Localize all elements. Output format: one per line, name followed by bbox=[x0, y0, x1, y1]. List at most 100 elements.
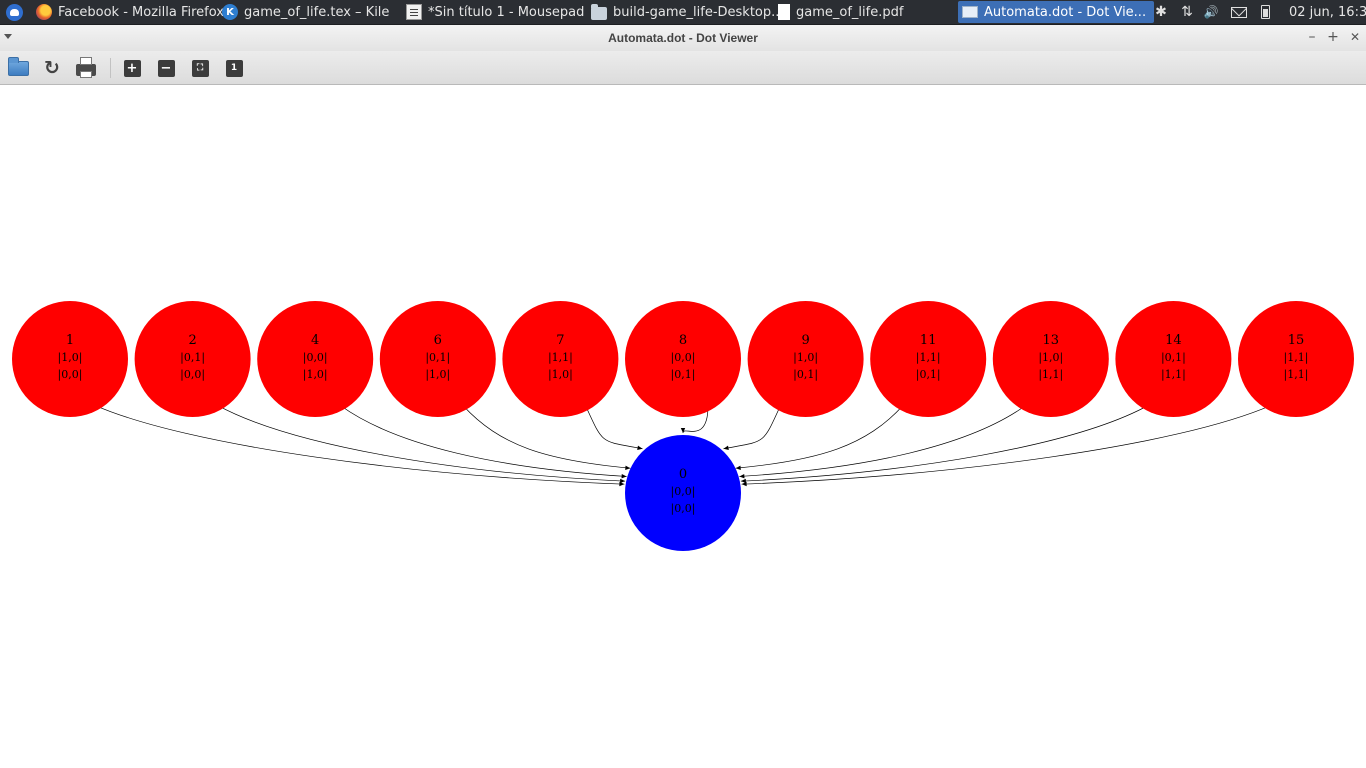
zoom-in-button[interactable]: + bbox=[120, 56, 144, 80]
printer-icon bbox=[76, 57, 96, 78]
toolbar: ↻ + − ⛶ 1 bbox=[0, 51, 1366, 85]
edge-7-to-0 bbox=[585, 405, 643, 450]
minimize-button[interactable]: – bbox=[1303, 28, 1321, 46]
edge-arrowhead bbox=[739, 473, 745, 479]
edge-arrowhead bbox=[735, 465, 741, 470]
node-id-label: 4 bbox=[311, 333, 319, 348]
task-firefox[interactable]: Facebook - Mozilla Firefox bbox=[36, 0, 224, 24]
node-row1-label: |0,1| bbox=[1161, 351, 1186, 365]
network-icon[interactable]: ⇅ bbox=[1178, 0, 1196, 24]
bluetooth-icon[interactable]: ✱ bbox=[1153, 0, 1169, 24]
zoom-fit-icon: ⛶ bbox=[191, 59, 209, 77]
node-row1-label: |1,0| bbox=[1038, 351, 1063, 365]
task-label: *Sin título 1 - Mousepad bbox=[428, 4, 585, 20]
print-button[interactable] bbox=[74, 56, 98, 80]
edge-arrowhead bbox=[680, 428, 686, 433]
edge-9-to-0 bbox=[723, 405, 781, 450]
node-row1-label: |1,1| bbox=[1284, 351, 1309, 365]
node-id-label: 14 bbox=[1165, 333, 1182, 348]
clock[interactable]: 02 jun, 16:32 bbox=[1289, 0, 1366, 24]
task-file-manager[interactable]: build-game_life-Desktop... bbox=[591, 0, 784, 24]
mail-icon-wrap[interactable] bbox=[1230, 0, 1248, 24]
node-row1-label: |1,1| bbox=[916, 351, 941, 365]
nodes-layer: 1 |1,0| |0,0| 2 |0,1| |0,0| 4 |0,0| |1,0| 6 |0,1| |… bbox=[12, 301, 1354, 551]
task-kile[interactable]: K game_of_life.tex – Kile bbox=[222, 0, 389, 24]
window-titlebar[interactable]: Automata.dot - Dot Viewer – + ✕ bbox=[0, 25, 1366, 51]
node-id-label: 15 bbox=[1288, 333, 1305, 348]
close-button[interactable]: ✕ bbox=[1346, 28, 1364, 46]
battery-icon bbox=[1260, 5, 1270, 19]
folder-icon bbox=[591, 3, 607, 20]
task-pdf[interactable]: game_of_life.pdf bbox=[778, 0, 903, 24]
node-row2-label: |1,0| bbox=[548, 368, 573, 382]
reload-icon: ↻ bbox=[44, 57, 60, 79]
source-node-6: 6 |0,1| |1,0| bbox=[379, 301, 496, 417]
window-icon bbox=[962, 6, 978, 18]
pdf-icon bbox=[778, 4, 790, 20]
node-row1-label: |1,0| bbox=[793, 351, 818, 365]
source-node-11: 11 |1,1| |0,1| bbox=[870, 301, 987, 417]
volume-icon[interactable]: 🔊 bbox=[1202, 0, 1220, 24]
node-id-label: 13 bbox=[1043, 333, 1060, 348]
battery-icon-wrap[interactable] bbox=[1259, 0, 1271, 24]
edge-1-to-0 bbox=[94, 405, 625, 485]
node-row1-label: |0,1| bbox=[180, 351, 205, 365]
open-folder-icon bbox=[7, 56, 29, 76]
source-node-8: 8 |0,0| |0,1| bbox=[625, 301, 741, 417]
taskbar: Facebook - Mozilla Firefox K game_of_lif… bbox=[0, 0, 1366, 25]
edge-15-to-0 bbox=[741, 405, 1272, 485]
window-title: Automata.dot - Dot Viewer bbox=[608, 31, 758, 45]
zoom-in-icon: + bbox=[123, 59, 141, 77]
task-label: Automata.dot - Dot Vie... bbox=[984, 4, 1147, 20]
toolbar-separator bbox=[110, 58, 111, 78]
source-node-13: 13 |1,0| |1,1| bbox=[992, 301, 1109, 417]
maximize-button[interactable]: + bbox=[1324, 28, 1342, 46]
open-folder-button[interactable] bbox=[6, 56, 30, 80]
task-mousepad[interactable]: *Sin título 1 - Mousepad bbox=[406, 0, 584, 24]
kile-icon: K bbox=[222, 4, 238, 20]
node-row2-label: |1,1| bbox=[1161, 368, 1186, 382]
node-id-label: 1 bbox=[66, 333, 74, 348]
applications-menu-button[interactable] bbox=[2, 0, 26, 24]
task-label: build-game_life-Desktop... bbox=[613, 4, 784, 20]
firefox-icon bbox=[36, 4, 52, 20]
node-row2-label: |1,1| bbox=[1284, 368, 1309, 382]
zoom-out-button[interactable]: − bbox=[154, 56, 178, 80]
edge-arrowhead bbox=[621, 473, 627, 479]
graph-canvas[interactable]: 1 |1,0| |0,0| 2 |0,1| |0,0| 4 |0,0| |1,0| 6 |0,1| |… bbox=[0, 85, 1366, 768]
source-node-2: 2 |0,1| |0,0| bbox=[134, 301, 251, 417]
source-node-4: 4 |0,0| |1,0| bbox=[257, 301, 374, 417]
task-dot-viewer[interactable]: Automata.dot - Dot Vie... bbox=[958, 1, 1155, 23]
node-row2-label: |0,1| bbox=[916, 368, 941, 382]
edge-arrowhead bbox=[723, 445, 729, 450]
node-row2-label: |0,1| bbox=[671, 368, 696, 382]
source-node-7: 7 |1,1| |1,0| bbox=[502, 301, 619, 417]
mousepad-icon bbox=[406, 4, 422, 20]
node-row2-label: |1,1| bbox=[1038, 368, 1063, 382]
node-row1-label: |0,1| bbox=[425, 351, 450, 365]
mail-icon bbox=[1231, 6, 1247, 18]
node-id-label: 6 bbox=[434, 333, 442, 348]
source-node-15: 15 |1,1| |1,1| bbox=[1238, 301, 1354, 417]
xfce-mouse-icon bbox=[5, 3, 23, 21]
node-id-label: 0 bbox=[679, 467, 687, 482]
zoom-100-button[interactable]: 1 bbox=[222, 56, 246, 80]
node-id-label: 9 bbox=[801, 333, 809, 348]
edge-arrowhead bbox=[637, 445, 643, 450]
dot-graph: 1 |1,0| |0,0| 2 |0,1| |0,0| 4 |0,0| |1,0| 6 |0,1| |… bbox=[12, 301, 1354, 551]
zoom-out-icon: − bbox=[157, 59, 175, 77]
edge-arrowhead bbox=[625, 465, 631, 470]
node-id-label: 11 bbox=[920, 333, 937, 348]
node-row1-label: |0,0| bbox=[671, 485, 696, 499]
reload-button[interactable]: ↻ bbox=[40, 56, 64, 80]
zoom-fit-button[interactable]: ⛶ bbox=[188, 56, 212, 80]
node-id-label: 7 bbox=[556, 333, 564, 348]
node-row2-label: |1,0| bbox=[303, 368, 328, 382]
node-row1-label: |1,0| bbox=[58, 351, 83, 365]
source-node-9: 9 |1,0| |0,1| bbox=[747, 301, 864, 417]
node-row2-label: |0,0| bbox=[180, 368, 205, 382]
node-row1-label: |1,1| bbox=[548, 351, 573, 365]
task-label: Facebook - Mozilla Firefox bbox=[58, 4, 224, 20]
node-row1-label: |0,0| bbox=[671, 351, 696, 365]
node-row2-label: |0,1| bbox=[793, 368, 818, 382]
